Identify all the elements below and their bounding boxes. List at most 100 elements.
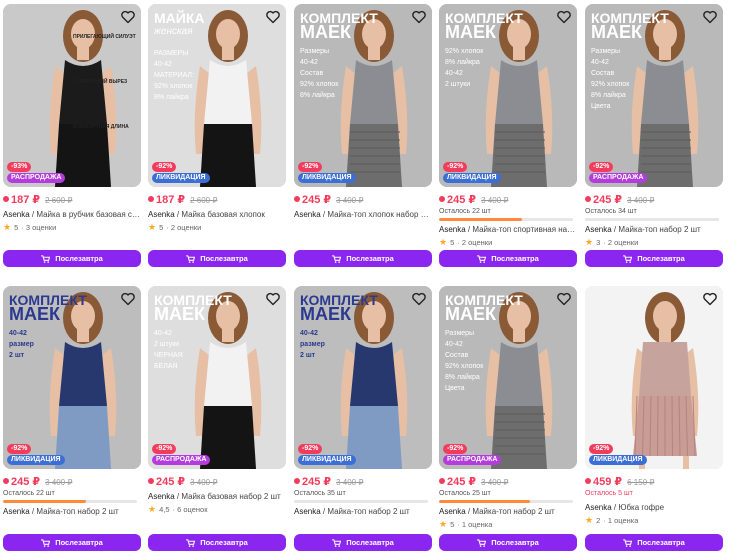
product-card[interactable]: -92% ЛИКВИДАЦИЯ 459 ₽ 6 150 ₽ Осталось 5 шт A… (585, 286, 723, 551)
product-image[interactable]: КОМПЛЕКТ МАЕК Размеры 40-42 Состав 92% хлопок… (294, 4, 432, 187)
favorite-heart-icon[interactable] (411, 9, 427, 25)
image-overlay-line: 2 шт (9, 352, 25, 359)
cart-icon (477, 254, 487, 263)
product-name: / Майка-топ спортивная набор 2… (467, 225, 577, 234)
image-overlay-title2: МАЕК (300, 304, 351, 324)
product-card[interactable]: КОМПЛЕКТ МАЕК Размеры 40-42 Состав 92% хлопок… (439, 286, 577, 551)
brand-name: Asenka (148, 210, 175, 219)
favorite-heart-icon[interactable] (265, 291, 281, 307)
cart-icon (41, 254, 51, 263)
promo-badge: РАСПРОДАЖА (7, 173, 66, 183)
rating-value: 5 (450, 519, 455, 529)
image-overlay-line: 40-42 (154, 61, 172, 68)
image-overlay-line: размер (9, 341, 34, 348)
delivery-button[interactable]: Послезавтра (294, 534, 432, 551)
image-overlay-line: 8% лайкра (300, 92, 335, 99)
cart-icon (332, 254, 342, 263)
product-title[interactable]: Asenka / Майка базовая хлопок (148, 210, 286, 219)
product-title[interactable]: Asenka / Юбка гофре (585, 503, 723, 512)
image-overlay-line: 40-42 (9, 330, 27, 337)
stock-bar-fill (3, 500, 87, 503)
favorite-heart-icon[interactable] (411, 291, 427, 307)
delivery-button[interactable]: Послезавтра (439, 250, 577, 267)
current-price: 245 ₽ (585, 193, 622, 206)
product-card[interactable]: КОМПЛЕКТ МАЕК Размеры 40-42 Состав 92% хлопок… (585, 4, 723, 267)
product-title[interactable]: Asenka / Майка-топ набор 2 шт (585, 225, 723, 234)
product-image[interactable]: -92% ЛИКВИДАЦИЯ (585, 286, 723, 469)
delivery-button[interactable]: Послезавтра (439, 534, 577, 551)
star-icon: ★ (439, 236, 448, 247)
brand-name: Asenka (3, 210, 30, 219)
old-price: 2 600 ₽ (190, 196, 218, 205)
price-row: 245 ₽ 3 400 ₽ (294, 193, 432, 206)
product-title[interactable]: Asenka / Майка-топ набор 2 шт (439, 507, 577, 516)
product-card[interactable]: КОМПЛЕКТ МАЕК Размеры 40-42 Состав 92% хлопок… (294, 4, 432, 267)
product-card[interactable]: МАЙКА женская РАЗМЕРЫ 40-42 МАТЕРИАЛ: 92% хло… (148, 4, 286, 267)
brand-name: Asenka (585, 503, 612, 512)
product-image[interactable]: ПРИЛЕГАЮЩИЙ СИЛУЭТ U-ОБРАЗНЫЙ ВЫРЕЗ КОМФОР… (3, 4, 141, 187)
product-image[interactable]: МАЙКА женская РАЗМЕРЫ 40-42 МАТЕРИАЛ: 92% хло… (148, 4, 286, 187)
product-title[interactable]: Asenka / Майка-топ спортивная набор 2… (439, 225, 577, 234)
product-card[interactable]: ПРИЛЕГАЮЩИЙ СИЛУЭТ U-ОБРАЗНЫЙ ВЫРЕЗ КОМФОР… (3, 4, 141, 267)
product-title[interactable]: Asenka / Майка в рубчик базовая спорт… (3, 210, 141, 219)
product-image[interactable]: КОМПЛЕКТ МАЕК 92% хлопок 8% лайкра 40-42 2 шт… (439, 4, 577, 187)
favorite-heart-icon[interactable] (556, 291, 572, 307)
product-grid: ПРИЛЕГАЮЩИЙ СИЛУЭТ U-ОБРАЗНЫЙ ВЫРЕЗ КОМФОР… (0, 0, 730, 556)
image-overlay-line: 8% лайкра (154, 94, 189, 101)
reviews-count: · 2 оценки (603, 237, 639, 247)
favorite-heart-icon[interactable] (120, 291, 136, 307)
delivery-button-label: Послезавтра (346, 538, 394, 547)
delivery-button[interactable]: Послезавтра (294, 250, 432, 267)
current-price: 245 ₽ (294, 475, 331, 488)
delivery-button[interactable]: Послезавтра (3, 250, 141, 267)
star-icon: ★ (148, 503, 157, 514)
favorite-heart-icon[interactable] (120, 9, 136, 25)
product-image[interactable]: КОМПЛЕКТ МАЕК 40-42 размер 2 шт -92% ЛИКВИДАЦИ… (3, 286, 141, 469)
rating: ★ 5 · 2 оценки (148, 222, 286, 232)
delivery-button[interactable]: Послезавтра (585, 250, 723, 267)
product-card[interactable]: КОМПЛЕКТ МАЕК 40-42 2 штуки ЧЕРНАЯ БЕЛАЯ -92% Р… (148, 286, 286, 551)
product-title[interactable]: Asenka / Майка-топ набор 2 шт (294, 507, 432, 516)
price-row: 245 ₽ 3 400 ₽ (148, 475, 286, 488)
product-image[interactable]: КОМПЛЕКТ МАЕК Размеры 40-42 Состав 92% хлопок… (439, 286, 577, 469)
favorite-heart-icon[interactable] (556, 9, 572, 25)
image-overlay-subtitle: женская (154, 26, 193, 37)
delivery-button[interactable]: Послезавтра (148, 250, 286, 267)
product-image[interactable]: КОМПЛЕКТ МАЕК 40-42 2 штуки ЧЕРНАЯ БЕЛАЯ -92% Р… (148, 286, 286, 469)
discount-badge: -92% (443, 444, 468, 454)
favorite-heart-icon[interactable] (265, 9, 281, 25)
rating: ★ 5 · 1 оценка (439, 519, 577, 529)
delivery-button[interactable]: Послезавтра (585, 534, 723, 551)
image-overlay-line: Состав (300, 70, 324, 77)
product-title[interactable]: Asenka / Майка базовая набор 2 шт (148, 492, 286, 501)
product-image[interactable]: КОМПЛЕКТ МАЕК Размеры 40-42 Состав 92% хлопок… (585, 4, 723, 187)
product-image[interactable]: КОМПЛЕКТ МАЕК 40-42 размер 2 шт -92% ЛИКВИДАЦИ… (294, 286, 432, 469)
brand-name: Asenka (585, 225, 612, 234)
current-price-value: 245 ₽ (11, 476, 41, 488)
product-card[interactable]: КОМПЛЕКТ МАЕК 92% хлопок 8% лайкра 40-42 2 шт… (439, 4, 577, 267)
current-price: 459 ₽ (585, 475, 622, 488)
delivery-button[interactable]: Послезавтра (3, 534, 141, 551)
favorite-heart-icon[interactable] (702, 9, 718, 25)
product-name: / Майка-топ набор 2 шт (29, 507, 119, 516)
product-title[interactable]: Asenka / Майка-топ хлопок набор 2 шт (294, 210, 432, 219)
star-icon: ★ (3, 221, 12, 232)
product-card[interactable]: КОМПЛЕКТ МАЕК 40-42 размер 2 шт -92% ЛИКВИДАЦИ… (3, 286, 141, 551)
brand-name: Asenka (3, 507, 30, 516)
image-overlay-line: размер (300, 341, 325, 348)
favorite-heart-icon[interactable] (702, 291, 718, 307)
product-name: / Майка в рубчик базовая спорт… (31, 210, 141, 219)
product-name: / Майка-топ набор 2 шт (611, 225, 701, 234)
current-price-value: 245 ₽ (447, 476, 477, 488)
discount-badge: -92% (152, 444, 177, 454)
image-overlay-line: 40-42 (445, 70, 463, 77)
stock-left: Осталось 35 шт (294, 490, 346, 497)
delivery-button-label: Послезавтра (346, 254, 394, 263)
delivery-button[interactable]: Послезавтра (148, 534, 286, 551)
cart-icon (623, 254, 633, 263)
brand-name: Asenka (439, 507, 466, 516)
product-title[interactable]: Asenka / Майка-топ набор 2 шт (3, 507, 141, 516)
price-row: 245 ₽ 3 400 ₽ (3, 475, 141, 488)
product-card[interactable]: КОМПЛЕКТ МАЕК 40-42 размер 2 шт -92% ЛИКВИДАЦИ… (294, 286, 432, 551)
image-overlay-line: 40-42 (300, 330, 318, 337)
